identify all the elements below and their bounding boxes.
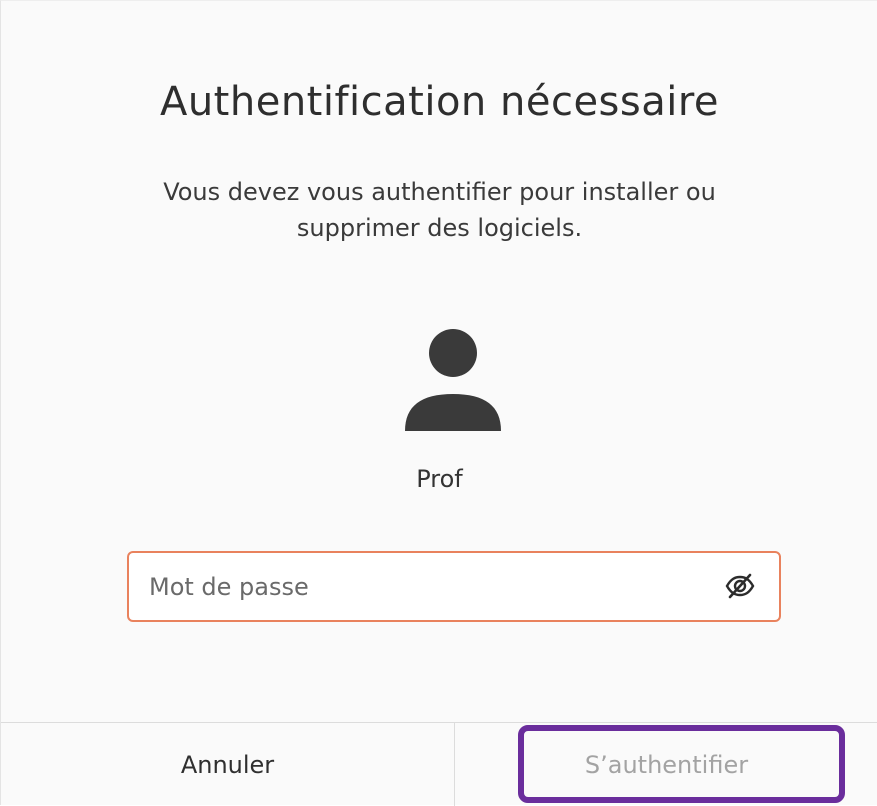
authentication-dialog: Authentification nécessaire Vous devez v… bbox=[0, 0, 877, 806]
reveal-password-button[interactable] bbox=[723, 571, 757, 605]
dialog-message: Vous devez vous authentifier pour instal… bbox=[1, 174, 877, 246]
password-field[interactable] bbox=[127, 551, 781, 622]
dialog-title: Authentification nécessaire bbox=[159, 79, 720, 125]
user-avatar-icon bbox=[403, 326, 503, 436]
eye-slash-icon bbox=[724, 570, 756, 606]
dialog-message-line-1: Vous devez vous authentifier pour instal… bbox=[163, 178, 716, 206]
dialog-message-line-2: supprimer des logiciels. bbox=[296, 214, 583, 242]
dialog-actions: Annuler S’authentifier bbox=[1, 722, 877, 806]
cancel-button[interactable]: Annuler bbox=[1, 723, 455, 806]
password-input[interactable] bbox=[149, 553, 709, 620]
authenticate-button[interactable]: S’authentifier bbox=[455, 723, 877, 806]
user-name: Prof bbox=[416, 465, 463, 493]
